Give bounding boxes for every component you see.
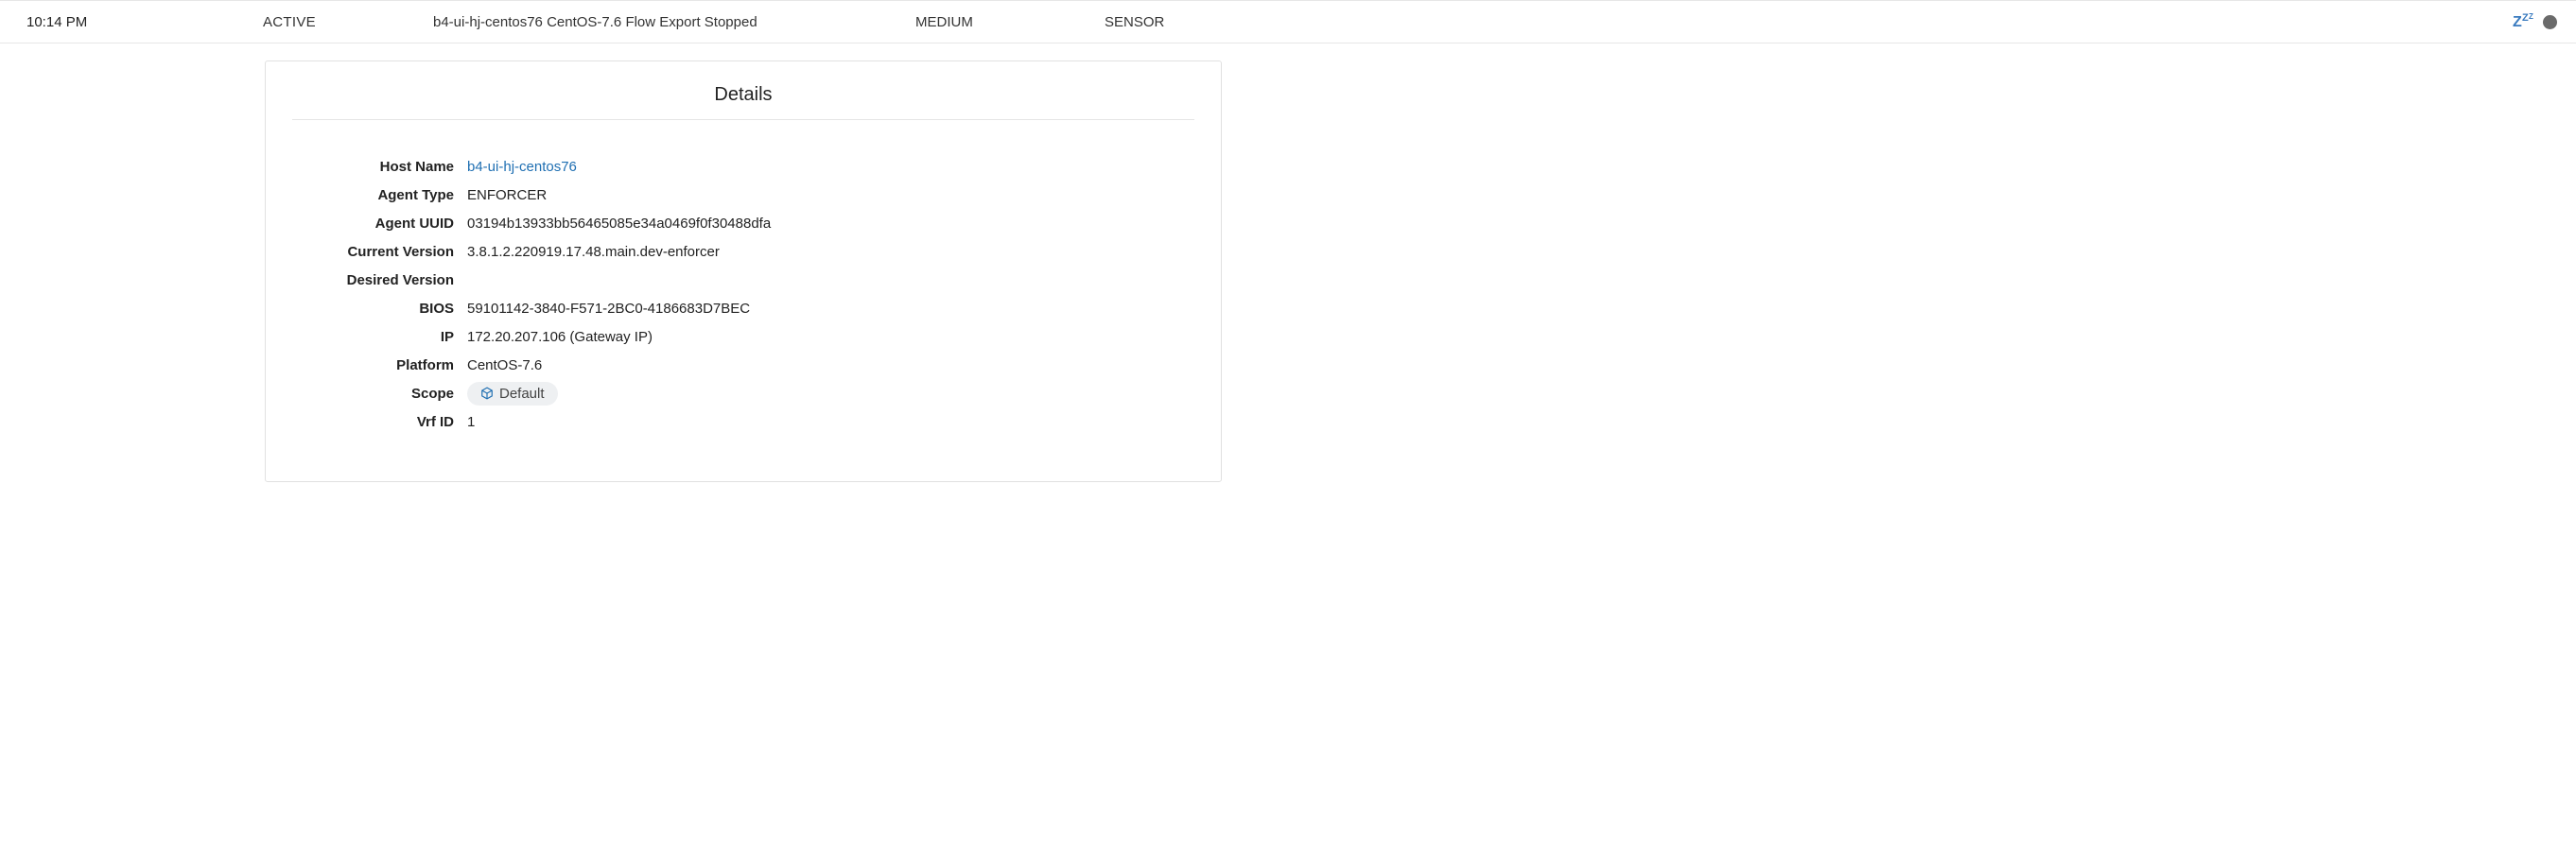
divider bbox=[292, 119, 1194, 120]
value-scope: Default bbox=[467, 382, 558, 406]
label-desired-version: Desired Version bbox=[292, 272, 467, 288]
field-vrf-id: Vrf ID 1 bbox=[292, 407, 1194, 436]
alert-time: 10:14 PM bbox=[26, 14, 263, 30]
status-dot-icon[interactable] bbox=[2543, 15, 2557, 29]
alert-row[interactable]: 10:14 PM ACTIVE b4-ui-hj-centos76 CentOS… bbox=[0, 0, 2576, 43]
alert-status: ACTIVE bbox=[263, 14, 433, 30]
value-ip: 172.20.207.106 (Gateway IP) bbox=[467, 329, 653, 345]
label-vrf-id: Vrf ID bbox=[292, 414, 467, 430]
field-current-version: Current Version 3.8.1.2.220919.17.48.mai… bbox=[292, 237, 1194, 266]
scope-chip[interactable]: Default bbox=[467, 382, 558, 406]
details-panel: Details Host Name b4-ui-hj-centos76 Agen… bbox=[265, 60, 1222, 482]
cube-icon bbox=[480, 387, 494, 400]
label-agent-type: Agent Type bbox=[292, 187, 467, 203]
value-agent-uuid: 03194b13933bb56465085e34a0469f0f30488dfa bbox=[467, 216, 771, 232]
scope-chip-label: Default bbox=[499, 386, 545, 402]
value-host-name[interactable]: b4-ui-hj-centos76 bbox=[467, 159, 577, 175]
value-bios: 59101142-3840-F571-2BC0-4186683D7BEC bbox=[467, 301, 750, 317]
field-host-name: Host Name b4-ui-hj-centos76 bbox=[292, 152, 1194, 181]
field-agent-type: Agent Type ENFORCER bbox=[292, 181, 1194, 209]
value-vrf-id: 1 bbox=[467, 414, 475, 430]
value-platform: CentOS-7.6 bbox=[467, 357, 542, 373]
label-current-version: Current Version bbox=[292, 244, 467, 260]
field-ip: IP 172.20.207.106 (Gateway IP) bbox=[292, 322, 1194, 351]
field-agent-uuid: Agent UUID 03194b13933bb56465085e34a0469… bbox=[292, 209, 1194, 237]
snooze-icon[interactable]: ZZZ bbox=[2513, 12, 2533, 31]
field-platform: Platform CentOS-7.6 bbox=[292, 351, 1194, 379]
value-current-version: 3.8.1.2.220919.17.48.main.dev-enforcer bbox=[467, 244, 720, 260]
label-scope: Scope bbox=[292, 386, 467, 402]
field-bios: BIOS 59101142-3840-F571-2BC0-4186683D7BE… bbox=[292, 294, 1194, 322]
alert-type: SENSOR bbox=[1105, 14, 1350, 30]
value-agent-type: ENFORCER bbox=[467, 187, 547, 203]
alert-severity: MEDIUM bbox=[915, 14, 1105, 30]
field-desired-version: Desired Version bbox=[292, 266, 1194, 294]
label-agent-uuid: Agent UUID bbox=[292, 216, 467, 232]
field-scope: Scope Default bbox=[292, 379, 1194, 407]
alert-description: b4-ui-hj-centos76 CentOS-7.6 Flow Export… bbox=[433, 14, 915, 30]
details-title: Details bbox=[292, 78, 1194, 119]
alert-actions: ZZZ bbox=[2513, 12, 2557, 31]
label-ip: IP bbox=[292, 329, 467, 345]
label-bios: BIOS bbox=[292, 301, 467, 317]
label-platform: Platform bbox=[292, 357, 467, 373]
details-container: Details Host Name b4-ui-hj-centos76 Agen… bbox=[0, 43, 2576, 482]
details-list: Host Name b4-ui-hj-centos76 Agent Type E… bbox=[292, 152, 1194, 436]
label-host-name: Host Name bbox=[292, 159, 467, 175]
